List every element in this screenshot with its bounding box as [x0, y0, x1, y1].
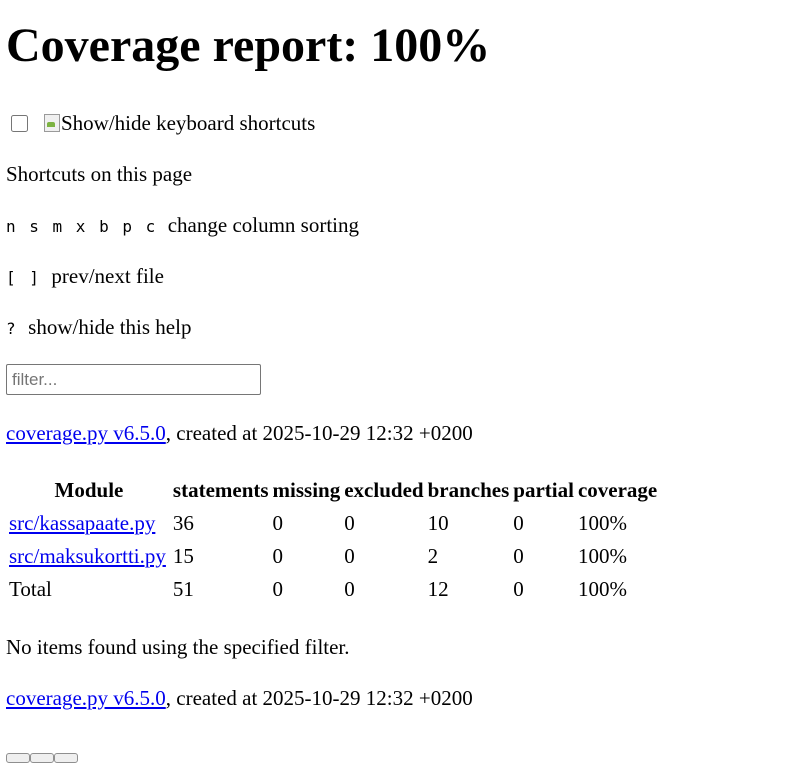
column-header-excluded[interactable]: excluded: [343, 475, 424, 506]
table-header-row: Module statements missing excluded branc…: [8, 475, 658, 506]
prev-file-button[interactable]: [6, 753, 30, 763]
index-button[interactable]: [30, 753, 54, 763]
statements-cell: 51: [172, 577, 194, 601]
keyboard-help-toggle-row: Show/hide keyboard shortcuts: [6, 108, 789, 138]
column-header-coverage[interactable]: coverage: [577, 475, 658, 506]
shortcut-description: show/hide this help: [28, 315, 192, 339]
created-timestamp: , created at 2025-10-29 12:32 +0200: [165, 686, 473, 710]
excluded-cell: 0: [344, 511, 355, 535]
partial-cell: 0: [513, 544, 524, 568]
coverage-py-link[interactable]: coverage.py v6.5.0: [6, 686, 166, 710]
filter-input[interactable]: [6, 364, 261, 395]
broken-image-icon: [43, 113, 61, 133]
statements-cell: 36: [172, 511, 194, 535]
shortcut-prev-next: [ ] prev/next file: [6, 261, 789, 291]
missing-cell: 0: [272, 544, 284, 568]
shortcut-sorting: n s m x b p c change column sorting: [6, 210, 789, 240]
module-link[interactable]: src/kassapaate.py: [9, 511, 155, 535]
coverage-cell: 100%: [577, 511, 627, 535]
shortcut-description: change column sorting: [167, 213, 360, 237]
next-file-button[interactable]: [54, 753, 78, 763]
missing-cell: 0: [272, 577, 284, 601]
excluded-cell: 0: [344, 577, 355, 601]
shortcut-keys: n s m x b p c: [6, 217, 158, 236]
column-header-missing[interactable]: missing: [272, 475, 342, 506]
branches-cell: 2: [427, 544, 439, 568]
table-row: src/maksukortti.py 15 0 0 2 0 100%: [8, 541, 658, 572]
keyboard-help-panel: Shortcuts on this page n s m x b p c cha…: [6, 159, 789, 342]
page-title: Coverage report: 100%: [6, 19, 491, 72]
module-cell: src/maksukortti.py: [8, 541, 170, 572]
coverage-table: Module statements missing excluded branc…: [6, 473, 660, 607]
missing-cell: 0: [272, 511, 284, 535]
branches-cell: 12: [427, 577, 449, 601]
partial-cell: 0: [513, 511, 524, 535]
statements-cell: 15: [172, 544, 194, 568]
module-link[interactable]: src/maksukortti.py: [9, 544, 166, 568]
excluded-cell: 0: [344, 544, 355, 568]
module-cell: src/kassapaate.py: [8, 508, 170, 539]
coverage-page: Coverage report: 100% Show/hide keyboard…: [0, 0, 795, 763]
created-line-top: coverage.py v6.5.0, created at 2025-10-2…: [6, 418, 789, 448]
table-row: src/kassapaate.py 36 0 0 10 0 100%: [8, 508, 658, 539]
created-line-bottom: coverage.py v6.5.0, created at 2025-10-2…: [6, 683, 789, 713]
shortcuts-heading: Shortcuts on this page: [6, 162, 193, 186]
no-items-message: No items found using the specified filte…: [6, 635, 350, 659]
column-header-partial[interactable]: partial: [512, 475, 575, 506]
table-total-row: Total 51 0 0 12 0 100%: [8, 574, 658, 605]
column-header-branches[interactable]: branches: [427, 475, 511, 506]
shortcut-help: ? show/hide this help: [6, 312, 789, 342]
keyboard-help-checkbox[interactable]: [11, 114, 28, 132]
column-header-statements[interactable]: statements: [172, 475, 270, 506]
keyboard-icon-alt-text: Show/hide keyboard shortcuts: [61, 110, 316, 135]
coverage-py-link[interactable]: coverage.py v6.5.0: [6, 421, 166, 445]
column-header-module[interactable]: Module: [8, 475, 170, 506]
total-label: Total: [9, 577, 52, 601]
shortcut-keys: [ ]: [6, 268, 41, 287]
coverage-cell: 100%: [577, 577, 627, 601]
file-nav-buttons: [6, 753, 789, 763]
keyboard-icon[interactable]: Show/hide keyboard shortcuts: [43, 111, 315, 136]
coverage-cell: 100%: [577, 544, 627, 568]
shortcut-keys: ?: [6, 319, 18, 338]
created-timestamp: , created at 2025-10-29 12:32 +0200: [165, 421, 473, 445]
branches-cell: 10: [427, 511, 449, 535]
partial-cell: 0: [513, 577, 524, 601]
shortcut-description: prev/next file: [51, 264, 164, 288]
